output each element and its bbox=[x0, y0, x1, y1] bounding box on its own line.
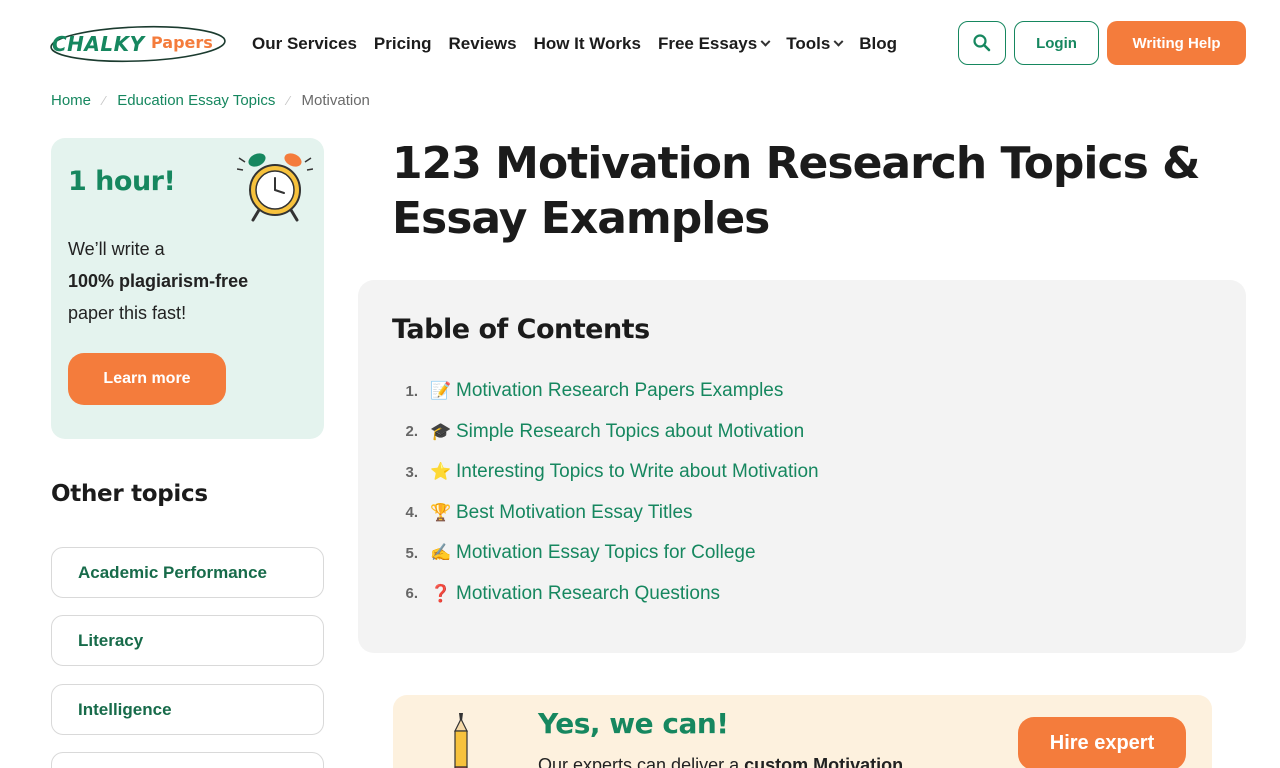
toc-item: 2. 🎓 Simple Research Topics about Motiva… bbox=[392, 412, 819, 453]
page-title: 123 Motivation Research Topics & Essay E… bbox=[392, 138, 1200, 244]
chevron-down-icon bbox=[760, 36, 771, 47]
promo-card: 1 hour! We’ll write a 100% plagiarism-fr… bbox=[51, 138, 324, 439]
toc-item: 1. 📝 Motivation Research Papers Examples bbox=[392, 371, 819, 412]
breadcrumb-education-essay-topics[interactable]: Education Essay Topics bbox=[117, 92, 275, 109]
topic-intelligence[interactable]: Intelligence bbox=[51, 684, 324, 735]
toc-number: 6. bbox=[405, 585, 418, 603]
search-button[interactable] bbox=[958, 21, 1006, 65]
toc-link[interactable]: Motivation Essay Topics for College bbox=[456, 542, 756, 564]
memo-icon: 📝 bbox=[430, 381, 452, 401]
hire-text-bold: custom Motivation bbox=[744, 755, 904, 768]
toc-number: 5. bbox=[405, 544, 418, 562]
toc-link[interactable]: Best Motivation Essay Titles bbox=[456, 502, 693, 524]
nav-label: Free Essays bbox=[657, 34, 758, 53]
breadcrumb-separator-icon: ⁄ bbox=[287, 92, 290, 108]
hire-text: Our experts can deliver a custom Motivat… bbox=[538, 755, 903, 768]
hire-expert-button[interactable]: Hire expert bbox=[1018, 717, 1186, 768]
promo-title: 1 hour! bbox=[68, 166, 176, 197]
nav-tools[interactable]: Tools bbox=[786, 33, 844, 55]
trophy-icon: 🏆 bbox=[430, 502, 452, 522]
learn-more-button[interactable]: Learn more bbox=[68, 353, 226, 405]
pencil-icon bbox=[454, 713, 468, 768]
toc-item: 6. ❓ Motivation Research Questions bbox=[392, 574, 819, 615]
search-icon bbox=[973, 34, 991, 52]
topic-item[interactable] bbox=[51, 752, 324, 768]
promo-line3: paper this fast! bbox=[68, 303, 187, 323]
toc-link[interactable]: Interesting Topics to Write about Motiva… bbox=[456, 461, 819, 483]
promo-line2-bold: 100% plagiarism-free bbox=[68, 271, 249, 291]
login-button[interactable]: Login bbox=[1014, 21, 1099, 65]
nav-blog[interactable]: Blog bbox=[859, 33, 897, 55]
hire-expert-banner: Yes, we can! Our experts can deliver a c… bbox=[393, 695, 1212, 768]
logo[interactable]: CHALKY Papers bbox=[50, 24, 228, 64]
writing-hand-icon: ✍️ bbox=[430, 543, 452, 563]
toc-title: Table of Contents bbox=[392, 314, 650, 345]
hire-text-plain: Our experts can deliver a bbox=[538, 755, 745, 768]
promo-line2: 100% plagiarism-free bbox=[68, 265, 298, 297]
promo-text: We’ll write a 100% plagiarism-free paper… bbox=[68, 233, 298, 329]
breadcrumb-separator-icon: ⁄ bbox=[103, 92, 106, 108]
nav-pricing[interactable]: Pricing bbox=[374, 33, 432, 55]
topic-academic-performance[interactable]: Academic Performance bbox=[51, 547, 324, 598]
table-of-contents: Table of Contents 1. 📝 Motivation Resear… bbox=[358, 280, 1246, 653]
hire-title: Yes, we can! bbox=[538, 707, 729, 740]
nav-label: How It Works bbox=[533, 34, 641, 53]
alarm-clock-icon bbox=[237, 153, 313, 222]
nav-our-services[interactable]: Our Services bbox=[252, 33, 357, 55]
breadcrumb-current: Motivation bbox=[301, 91, 370, 109]
toc-link[interactable]: Motivation Research Questions bbox=[456, 583, 720, 605]
toc-link[interactable]: Motivation Research Papers Examples bbox=[456, 380, 783, 402]
nav-label: Blog bbox=[859, 34, 898, 53]
writing-help-button[interactable]: Writing Help bbox=[1107, 21, 1246, 65]
toc-number: 2. bbox=[405, 423, 418, 441]
breadcrumb-home[interactable]: Home bbox=[51, 92, 91, 109]
breadcrumb: Home ⁄ Education Essay Topics ⁄ Motivati… bbox=[51, 90, 370, 110]
toc-number: 1. bbox=[405, 382, 418, 400]
toc-item: 5. ✍️ Motivation Essay Topics for Colleg… bbox=[392, 533, 819, 574]
logo-text-papers: Papers bbox=[151, 33, 213, 52]
toc-item: 4. 🏆 Best Motivation Essay Titles bbox=[392, 493, 819, 534]
other-topics-title: Other topics bbox=[51, 481, 208, 507]
nav-label: Pricing bbox=[373, 34, 432, 53]
nav-how-it-works[interactable]: How It Works bbox=[534, 33, 641, 55]
question-mark-icon: ❓ bbox=[430, 583, 452, 603]
star-icon: ⭐ bbox=[430, 462, 452, 482]
main-nav: Our Services Pricing Reviews How It Work… bbox=[252, 33, 914, 55]
logo-text-chalky: CHALKY bbox=[52, 32, 145, 56]
site-header: CHALKY Papers Our Services Pricing Revie… bbox=[0, 0, 1280, 88]
nav-label: Our Services bbox=[252, 34, 357, 53]
nav-reviews[interactable]: Reviews bbox=[449, 33, 517, 55]
nav-free-essays[interactable]: Free Essays bbox=[657, 33, 771, 55]
chevron-down-icon bbox=[833, 36, 844, 47]
toc-link[interactable]: Simple Research Topics about Motivation bbox=[456, 421, 804, 443]
nav-label: Reviews bbox=[448, 34, 517, 53]
topic-literacy[interactable]: Literacy bbox=[51, 615, 324, 666]
nav-label: Tools bbox=[786, 34, 831, 53]
toc-list: 1. 📝 Motivation Research Papers Examples… bbox=[392, 371, 819, 615]
promo-line1: We’ll write a bbox=[68, 239, 165, 259]
toc-item: 3. ⭐ Interesting Topics to Write about M… bbox=[392, 452, 819, 493]
toc-number: 3. bbox=[405, 463, 418, 481]
graduation-cap-icon: 🎓 bbox=[430, 421, 452, 441]
toc-number: 4. bbox=[405, 504, 418, 522]
